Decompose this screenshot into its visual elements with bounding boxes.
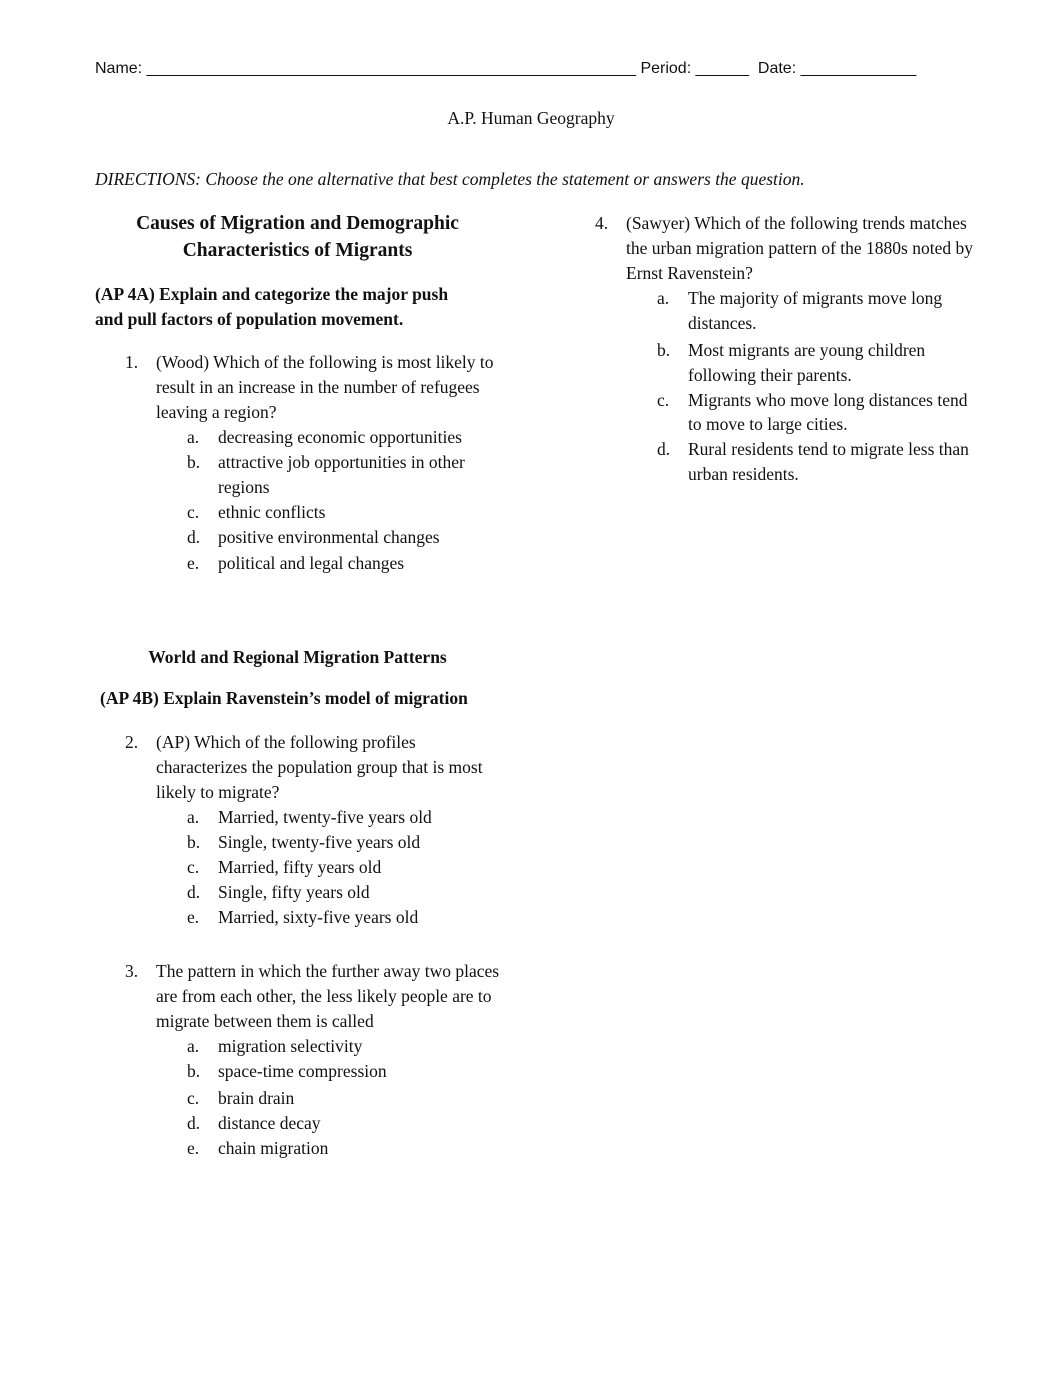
course-title: A.P. Human Geography	[447, 108, 615, 128]
question-1: 1. (Wood) Which of the following is most…	[125, 350, 505, 576]
answer-option[interactable]: e. chain migration	[187, 1136, 510, 1161]
option-letter: d.	[187, 881, 201, 902]
option-letter: a.	[187, 807, 200, 828]
option-letter: b.	[187, 832, 201, 853]
answer-option[interactable]: d. Single, fifty years old	[187, 880, 505, 905]
answer-option[interactable]: b. space-time compression	[187, 1059, 510, 1084]
section-title-line: Causes of Migration and Demographic	[136, 213, 459, 234]
answer-option[interactable]: b. Most migrants are young children follo…	[657, 338, 975, 388]
period-blank: ______	[695, 60, 749, 77]
option-letter: b.	[187, 1061, 201, 1082]
name-blank: ________________________________________…	[146, 60, 636, 77]
question-number: 1.	[125, 352, 139, 372]
answer-option[interactable]: d. distance decay	[187, 1111, 510, 1136]
answer-option[interactable]: b. Single, twenty-five years old	[187, 830, 505, 855]
student-info-line: Name: __________________________________…	[95, 60, 916, 78]
objective-4b: (AP 4B) Explain Ravenstein’s model of mi…	[100, 688, 468, 708]
directions: DIRECTIONS: Choose the one alternative t…	[95, 169, 805, 189]
option-text: distance decay	[218, 1112, 321, 1133]
option-letter: a.	[187, 1036, 200, 1057]
answer-option[interactable]: d. Rural residents tend to migrate less t…	[657, 437, 975, 487]
answer-option[interactable]: e. Married, sixty-five years old	[187, 905, 505, 930]
option-text: brain drain	[218, 1087, 295, 1108]
option-letter: c.	[657, 389, 670, 410]
option-text: space-time compression	[218, 1061, 387, 1082]
option-text: Migrants who move long distances tend to…	[688, 389, 968, 435]
option-text: ethnic conflicts	[218, 501, 326, 522]
period-label: Period:	[640, 60, 692, 77]
answer-option[interactable]: c. ethnic conflicts	[187, 500, 505, 525]
option-letter: b.	[187, 452, 201, 473]
option-text: Single, twenty-five years old	[218, 832, 421, 853]
date-blank: _____________	[800, 60, 917, 77]
option-text: Single, fifty years old	[218, 881, 370, 902]
answer-option[interactable]: a. Married, twenty-five years old	[187, 805, 505, 830]
answer-option[interactable]: c. Married, fifty years old	[187, 855, 505, 880]
name-label: Name:	[95, 60, 143, 77]
option-text: attractive job opportunities in other re…	[218, 452, 465, 497]
question-number: 2.	[125, 732, 139, 752]
option-text: decreasing economic opportunities	[218, 427, 462, 448]
answer-options: a. The majority of migrants move long dis…	[657, 286, 975, 486]
objective-line: and pull factors of population movement.	[95, 309, 404, 329]
option-letter: c.	[187, 856, 200, 877]
option-letter: a.	[187, 427, 200, 448]
answer-option[interactable]: a. The majority of migrants move long dis…	[657, 286, 975, 336]
option-text: Rural residents tend to migrate less tha…	[688, 439, 969, 484]
question-text: (AP) Which of the following profiles cha…	[156, 732, 483, 802]
option-text: Married, sixty-five years old	[218, 906, 419, 927]
section-title-world-patterns: World and Regional Migration Patterns	[148, 647, 447, 667]
option-text: Most migrants are young children followi…	[688, 339, 926, 385]
option-letter: a.	[657, 288, 670, 309]
question-text: The pattern in which the further away tw…	[156, 961, 500, 1031]
answer-option[interactable]: e. political and legal changes	[187, 551, 505, 576]
option-text: positive environmental changes	[218, 526, 440, 547]
question-text: (Wood) Which of the following is most li…	[156, 352, 494, 422]
option-letter: d.	[187, 526, 201, 547]
answer-option[interactable]: c. brain drain	[187, 1086, 510, 1111]
answer-option[interactable]: a. decreasing economic opportunities	[187, 425, 505, 450]
question-number: 4.	[595, 213, 609, 233]
option-letter: e.	[187, 1137, 200, 1158]
question-4: 4. (Sawyer) Which of the following trend…	[595, 211, 975, 487]
answer-options: a. Married, twenty-five years old b. Singl…	[187, 805, 505, 929]
option-text: chain migration	[218, 1137, 329, 1158]
answer-option[interactable]: a. migration selectivity	[187, 1034, 510, 1059]
option-text: Married, fifty years old	[218, 856, 382, 877]
question-number: 3.	[125, 961, 139, 981]
option-text: migration selectivity	[218, 1036, 363, 1057]
date-label: Date:	[757, 60, 797, 77]
document-page: Name: __________________________________…	[0, 0, 1062, 1377]
question-2: 2. (AP) Which of the following profiles …	[125, 730, 505, 929]
objective-line: (AP 4A) Explain and categorize the major…	[95, 284, 449, 304]
section-title-line: Characteristics of Migrants	[182, 240, 413, 261]
option-letter: d.	[187, 1112, 201, 1133]
option-letter: b.	[657, 339, 671, 360]
option-letter: e.	[187, 553, 200, 574]
option-letter: e.	[187, 906, 200, 927]
section-title-causes: Causes of Migration and Demographic Char…	[95, 210, 500, 264]
answer-option[interactable]: b. attractive job opportunities in other …	[187, 450, 505, 500]
question-3: 3. The pattern in which the further away…	[125, 959, 510, 1160]
option-letter: d.	[657, 439, 671, 460]
option-text: The majority of migrants move long dista…	[688, 288, 943, 334]
objective-4a: (AP 4A) Explain and categorize the major…	[95, 282, 515, 332]
answer-option[interactable]: d. positive environmental changes	[187, 525, 505, 550]
option-text: Married, twenty-five years old	[218, 807, 432, 828]
question-text: (Sawyer) Which of the following trends m…	[626, 213, 974, 283]
option-text: political and legal changes	[218, 553, 405, 574]
option-letter: c.	[187, 501, 200, 522]
option-letter: c.	[187, 1087, 200, 1108]
answer-option[interactable]: c. Migrants who move long distances tend …	[657, 388, 975, 438]
answer-options: a. decreasing economic opportunities b. at…	[187, 425, 505, 576]
answer-options: a. migration selectivity b. space-time com…	[187, 1034, 510, 1160]
